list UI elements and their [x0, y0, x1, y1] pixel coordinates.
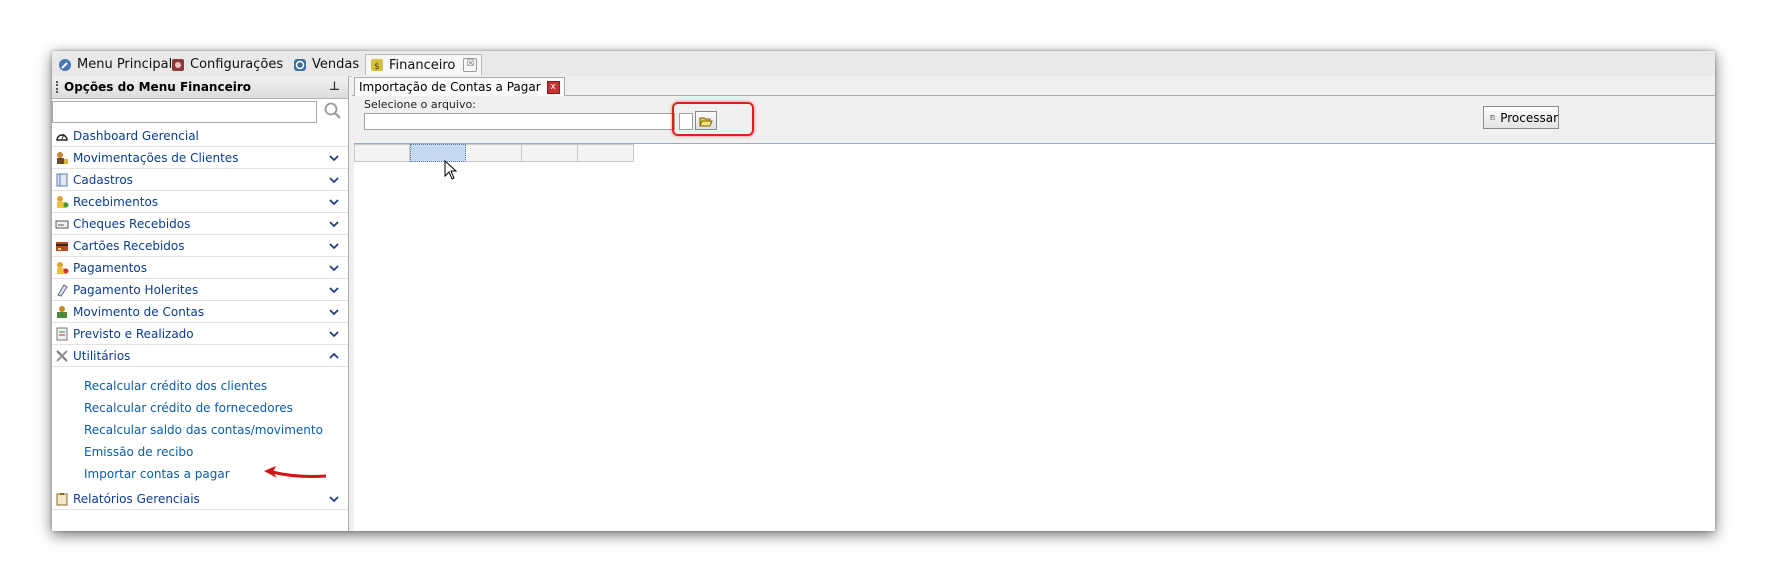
- tab-label: Configurações: [190, 57, 284, 72]
- forecast-icon: [56, 327, 68, 340]
- tab-vendas[interactable]: Vendas: [289, 54, 363, 75]
- annotation-arrow-icon: [264, 466, 327, 478]
- submenu-emissao-recibo[interactable]: Emissão de recibo: [52, 441, 348, 463]
- submenu-recalcular-credito-fornecedores[interactable]: Recalcular crédito de fornecedores: [52, 397, 348, 419]
- tab-menu-principal[interactable]: Menu Principal: [54, 54, 176, 75]
- mouse-cursor-icon: [444, 160, 458, 180]
- file-path-input[interactable]: [364, 113, 675, 130]
- money-icon: $: [371, 59, 383, 72]
- menu-item-label: Previsto e Realizado: [73, 326, 194, 341]
- document-tab-label: Importação de Contas a Pagar: [359, 80, 541, 94]
- tab-label: Menu Principal: [77, 57, 173, 72]
- dashboard-icon: [56, 133, 68, 141]
- chevron-down-icon[interactable]: [328, 262, 340, 274]
- chevron-up-icon[interactable]: [328, 350, 340, 362]
- process-button[interactable]: Processar: [1483, 106, 1559, 129]
- menu-item-cartoes-recebidos[interactable]: Cartões Recebidos: [52, 235, 348, 257]
- chevron-down-icon[interactable]: [328, 493, 340, 505]
- menu-item-label: Cheques Recebidos: [73, 216, 191, 231]
- menu-item-label: Dashboard Gerencial: [73, 128, 199, 143]
- tab-financeiro[interactable]: $ Financeiro ☒: [365, 54, 483, 75]
- chevron-down-icon[interactable]: [328, 284, 340, 296]
- drag-grip-icon[interactable]: [56, 81, 60, 93]
- settings-icon: [172, 58, 184, 71]
- chevron-down-icon[interactable]: [328, 174, 340, 186]
- menu-item-utilitarios[interactable]: Utilitários: [52, 345, 348, 367]
- data-grid[interactable]: [354, 143, 1715, 531]
- menu-search-row: [52, 99, 348, 125]
- card-icon: [56, 241, 68, 251]
- search-icon[interactable]: [323, 101, 343, 121]
- submenu-recalcular-credito-clientes[interactable]: Recalcular crédito dos clientes: [52, 375, 348, 397]
- chevron-down-icon[interactable]: [328, 306, 340, 318]
- tab-configuracoes[interactable]: Configurações: [167, 54, 287, 75]
- menu-item-label: Pagamentos: [73, 260, 147, 275]
- chevron-down-icon[interactable]: [328, 328, 340, 340]
- menu-item-cadastros[interactable]: Cadastros: [52, 169, 348, 191]
- tab-label: Financeiro: [389, 57, 456, 73]
- pin-icon[interactable]: ⊥: [329, 79, 340, 93]
- menu-item-relatorios-gerenciais[interactable]: Relatórios Gerenciais: [52, 488, 348, 510]
- grid-header-cell[interactable]: [578, 144, 634, 162]
- menu-item-label: Utilitários: [73, 348, 131, 363]
- clients-icon: [57, 151, 68, 164]
- menu-item-movimento-contas[interactable]: Movimento de Contas: [52, 301, 348, 323]
- menu-item-pagamento-holerites[interactable]: Pagamento Holerites: [52, 279, 348, 301]
- tab-label: Vendas: [312, 57, 360, 72]
- menu-item-cheques-recebidos[interactable]: Cheques Recebidos: [52, 213, 348, 235]
- chevron-down-icon[interactable]: [328, 152, 340, 164]
- cheque-icon: [55, 220, 69, 228]
- menu-item-label: Cartões Recebidos: [73, 238, 185, 253]
- menu-item-recebimentos[interactable]: Recebimentos: [52, 191, 348, 213]
- payment-icon: [57, 261, 69, 274]
- menu-item-pagamentos[interactable]: Pagamentos: [52, 257, 348, 279]
- left-menu-panel: Opções do Menu Financeiro ⊥ Dashboard Ge…: [52, 76, 349, 531]
- close-icon[interactable]: x: [546, 80, 560, 94]
- document-tab-bar: Importação de Contas a Pagar x: [352, 76, 1715, 96]
- left-panel-title: Opções do Menu Financeiro: [64, 80, 251, 94]
- wrench-icon: [59, 58, 71, 71]
- annotation-highlight-box: [672, 102, 754, 136]
- close-tab-icon[interactable]: ☒: [463, 58, 478, 72]
- main-tab-bar: Menu Principal Configurações Vendas $ Fi…: [52, 51, 1715, 77]
- chevron-down-icon[interactable]: [328, 218, 340, 230]
- left-panel-header: Opções do Menu Financeiro ⊥: [52, 76, 348, 99]
- menu-item-label: Movimentações de Clientes: [73, 150, 239, 165]
- receive-icon: [57, 195, 69, 208]
- paycheck-icon: [57, 283, 68, 297]
- tools-icon: [56, 349, 68, 362]
- grid-header-cell[interactable]: [522, 144, 578, 162]
- file-select-label: Selecione o arquivo:: [364, 98, 476, 111]
- menu-item-label: Cadastros: [73, 172, 133, 187]
- grid-header-row: [354, 144, 634, 162]
- svg-text:$: $: [374, 62, 380, 72]
- menu-search-input[interactable]: [52, 101, 317, 123]
- menu-item-movimentacoes-clientes[interactable]: Movimentações de Clientes: [52, 147, 348, 169]
- sales-icon: [294, 58, 306, 71]
- menu-item-previsto-realizado[interactable]: Previsto e Realizado: [52, 323, 348, 345]
- tab-importacao-contas-pagar[interactable]: Importação de Contas a Pagar x: [354, 77, 565, 96]
- menu-item-label: Relatórios Gerenciais: [73, 491, 200, 506]
- process-button-label: Processar: [1500, 110, 1558, 125]
- documents-icon: [1490, 115, 1495, 120]
- chevron-down-icon[interactable]: [328, 196, 340, 208]
- app-window: Menu Principal Configurações Vendas $ Fi…: [52, 51, 1715, 531]
- grid-header-cell[interactable]: [466, 144, 522, 162]
- menu-item-label: Pagamento Holerites: [73, 282, 199, 297]
- accounts-icon: [57, 305, 67, 318]
- content-panel: Importação de Contas a Pagar x Selecione…: [352, 76, 1715, 531]
- book-icon: [56, 173, 68, 186]
- menu-item-label: Recebimentos: [73, 194, 159, 209]
- menu-item-dashboard-gerencial[interactable]: Dashboard Gerencial: [52, 125, 348, 147]
- submenu-recalcular-saldo-contas[interactable]: Recalcular saldo das contas/movimento: [52, 419, 348, 441]
- report-icon: [56, 492, 68, 505]
- menu-item-label: Movimento de Contas: [73, 304, 205, 319]
- chevron-down-icon[interactable]: [328, 240, 340, 252]
- grid-header-cell[interactable]: [354, 144, 410, 162]
